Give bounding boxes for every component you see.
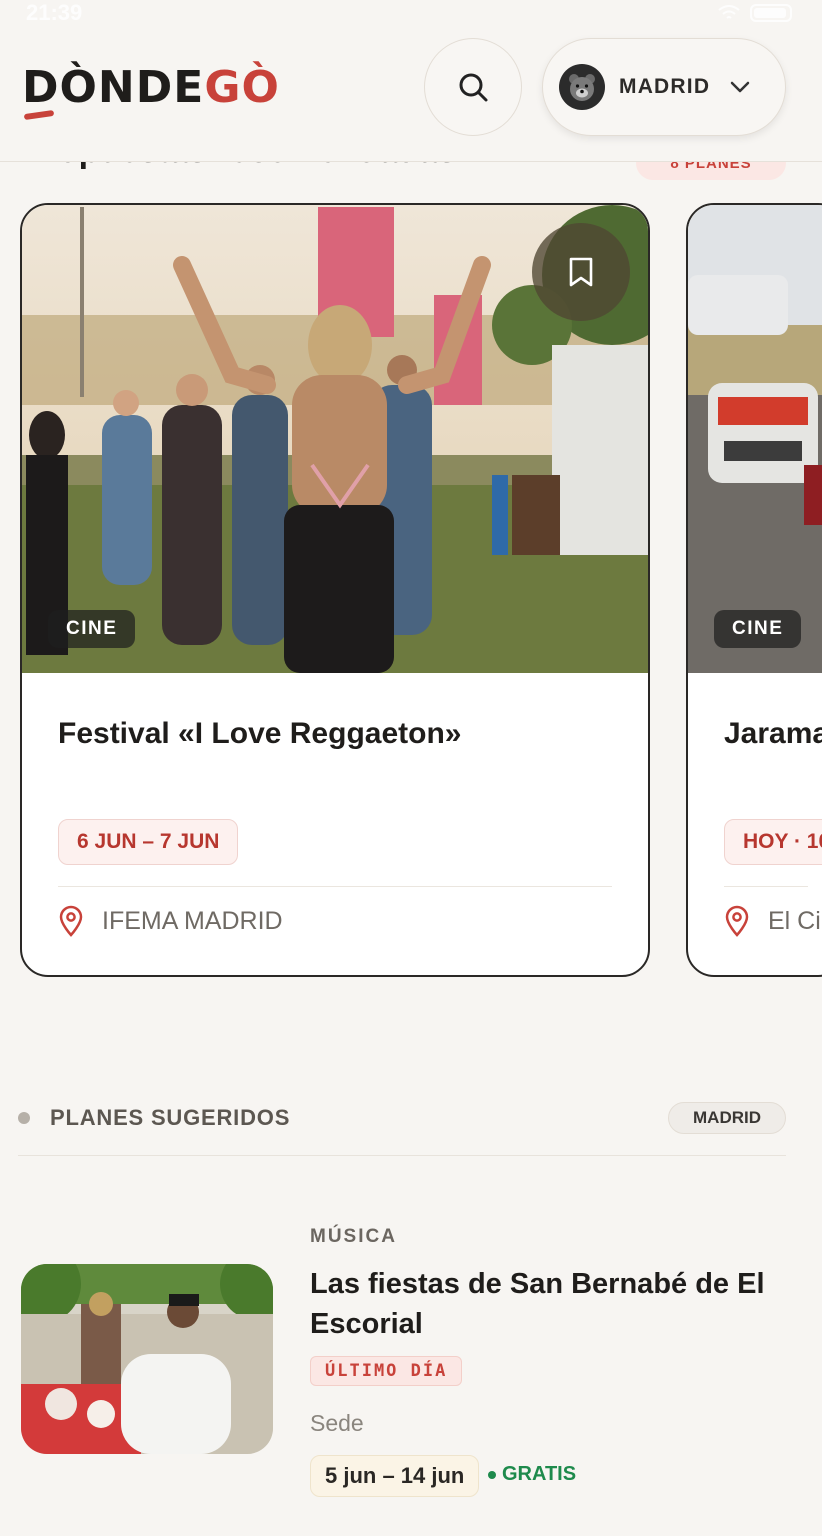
chevron-down-icon bbox=[730, 81, 750, 93]
location-pin-icon bbox=[725, 905, 749, 937]
card-divider bbox=[58, 886, 612, 887]
category-chip: CINE bbox=[48, 610, 136, 648]
suggested-title: PLANES SUGERIDOS bbox=[50, 1105, 291, 1130]
event-venue: IFEMA MADRID bbox=[58, 905, 283, 937]
venue-label: IFEMA MADRID bbox=[102, 906, 283, 935]
event-venue: El Ci bbox=[724, 905, 821, 937]
suggested-section-header: PLANES SUGERIDOS MADRID bbox=[18, 1100, 786, 1136]
section-divider bbox=[18, 1155, 786, 1156]
status-icons bbox=[718, 4, 796, 22]
event-card[interactable]: CINE Festival «I Love Reggaeton» 6 JUN –… bbox=[20, 203, 650, 977]
price-free: GRATIS bbox=[488, 1463, 576, 1486]
location-pin-icon bbox=[59, 905, 83, 937]
event-title[interactable]: Festival «I Love Reggaeton» bbox=[58, 717, 461, 751]
status-bar: 21:39 bbox=[0, 0, 822, 26]
suggested-item-venue: Sede bbox=[310, 1410, 364, 1436]
bear-avatar-icon bbox=[559, 64, 605, 110]
event-date-chip: HOY · 10 bbox=[724, 819, 822, 865]
suggested-city-badge: MADRID bbox=[668, 1102, 786, 1134]
section-dot-icon bbox=[18, 1112, 30, 1124]
app-header: DÒNDE GÒ MADRID bbox=[0, 26, 822, 162]
search-button[interactable] bbox=[424, 38, 522, 136]
category-chip: CINE bbox=[714, 610, 802, 648]
logo-text-donde: DÒNDE bbox=[22, 62, 205, 113]
app-logo[interactable]: DÒNDE GÒ bbox=[22, 62, 280, 113]
city-selector[interactable]: MADRID bbox=[542, 38, 786, 136]
event-title[interactable]: Jarama bbox=[724, 717, 822, 751]
event-date-chip: 6 JUN – 7 JUN bbox=[58, 819, 239, 865]
search-icon bbox=[459, 73, 488, 102]
suggested-item-category: MÚSICA bbox=[310, 1226, 397, 1247]
logo-text-go: GÒ bbox=[204, 62, 280, 113]
suggested-item-title[interactable]: Las fiestas de San Bernabé de El Escoria… bbox=[310, 1264, 780, 1344]
event-image bbox=[688, 205, 822, 673]
price-label: GRATIS bbox=[502, 1463, 577, 1485]
bookmark-button[interactable] bbox=[532, 223, 630, 321]
card-divider bbox=[724, 886, 808, 887]
city-label: MADRID bbox=[619, 75, 711, 98]
venue-label: El Ci bbox=[768, 906, 821, 935]
bookmark-icon bbox=[569, 257, 593, 287]
last-day-badge: ÚLTIMO DÍA bbox=[310, 1356, 463, 1386]
suggested-item-image[interactable] bbox=[21, 1264, 273, 1454]
suggested-item-dates: 5 jun – 14 jun bbox=[310, 1455, 480, 1497]
free-dot-icon bbox=[488, 1470, 496, 1479]
status-time: 21:39 bbox=[26, 0, 83, 25]
battery-icon bbox=[750, 4, 792, 22]
event-card[interactable]: CINE Jarama HOY · 10 El Ci bbox=[686, 203, 822, 977]
wifi-icon bbox=[718, 5, 740, 19]
